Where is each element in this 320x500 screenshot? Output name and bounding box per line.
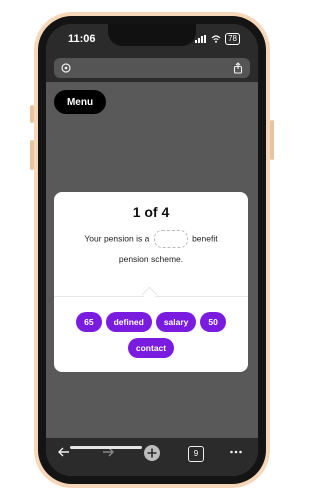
side-button-left-2 <box>30 140 34 170</box>
phone-notch <box>108 24 196 46</box>
status-time: 11:06 <box>68 33 96 45</box>
option-chip[interactable]: salary <box>155 312 197 332</box>
option-chip[interactable]: contact <box>127 338 175 358</box>
question-text-part2: benefit <box>192 233 218 244</box>
question-line-2: pension scheme. <box>54 254 248 264</box>
address-bar-area <box>46 54 258 82</box>
status-icons: 78 <box>195 33 240 45</box>
options-row-1: 65 defined salary 50 <box>54 312 248 332</box>
option-chip[interactable]: 65 <box>76 312 102 332</box>
signal-icon <box>195 35 207 43</box>
option-chip[interactable]: defined <box>105 312 152 332</box>
side-button-left <box>30 105 34 123</box>
question-line-1: Your pension is a benefit <box>54 230 248 248</box>
screen: 11:06 78 Menu 1 of 4 Your pension is a b… <box>46 24 258 476</box>
option-chip[interactable]: 50 <box>200 312 226 332</box>
page-content: Menu 1 of 4 Your pension is a benefit pe… <box>46 82 258 438</box>
battery-icon: 78 <box>225 33 240 45</box>
home-indicator <box>70 446 142 449</box>
side-button-right <box>270 120 274 160</box>
wifi-icon <box>211 35 221 43</box>
share-icon[interactable] <box>232 62 244 74</box>
more-icon[interactable] <box>226 444 246 464</box>
tracking-icon[interactable] <box>60 62 72 74</box>
tab-count-button[interactable]: 9 <box>188 446 204 462</box>
question-text-part1: Your pension is a <box>84 233 150 244</box>
answer-blank[interactable] <box>153 230 188 248</box>
menu-button[interactable]: Menu <box>54 90 106 114</box>
blank-pointer <box>141 286 158 303</box>
plus-icon[interactable] <box>142 444 162 464</box>
question-text-part3: pension scheme. <box>118 254 184 264</box>
quiz-modal: 1 of 4 Your pension is a benefit pension… <box>54 192 248 372</box>
browser-toolbar: 9 <box>46 438 258 476</box>
options-row-2: contact <box>54 338 248 358</box>
address-bar[interactable] <box>54 58 250 78</box>
quiz-progress: 1 of 4 <box>132 204 170 220</box>
